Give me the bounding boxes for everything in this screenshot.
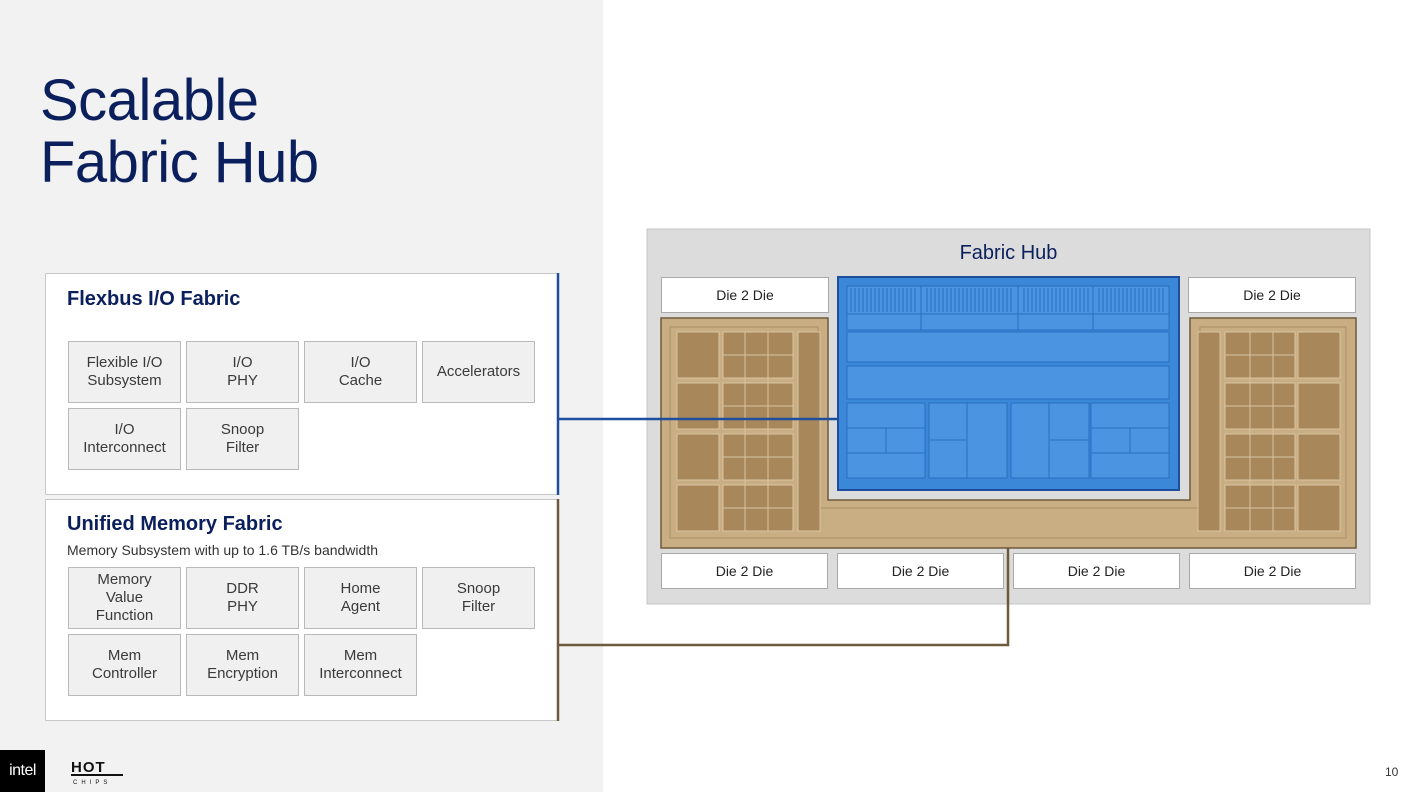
umf-cell-snoop-filter: Snoop Filter <box>422 567 535 629</box>
blue-block-detail <box>846 285 1170 479</box>
slide-title: Scalable Fabric Hub <box>40 70 319 194</box>
flexbus-cell-accelerators: Accelerators <box>422 341 535 403</box>
umf-cell-mem-encryption: Mem Encryption <box>186 634 299 696</box>
page-number: 10 <box>1385 765 1399 779</box>
die2die-bottom-4: Die 2 Die <box>1189 553 1356 589</box>
umf-cell-mem-interconnect: Mem Interconnect <box>304 634 417 696</box>
left-tan-grid <box>676 331 821 532</box>
umf-section: Unified Memory Fabric Memory Subsystem w… <box>45 499 559 721</box>
flexbus-cell-io-cache: I/O Cache <box>304 341 417 403</box>
flexbus-title: Flexbus I/O Fabric <box>67 288 241 310</box>
fabric-hub-title: Fabric Hub <box>959 242 1058 264</box>
title-line-2: Fabric Hub <box>40 130 319 195</box>
flexbus-section: Flexbus I/O Fabric Flexible I/O Subsyste… <box>45 273 559 495</box>
umf-title: Unified Memory Fabric <box>67 513 283 535</box>
umf-subtitle: Memory Subsystem with up to 1.6 TB/s ban… <box>67 542 378 558</box>
right-tan-grid <box>1197 331 1341 532</box>
title-line-1: Scalable <box>40 68 259 133</box>
memory-connector-line <box>556 499 1010 721</box>
intel-logo: intel <box>0 750 45 792</box>
blue-io-block <box>837 276 1180 491</box>
umf-cell-home-agent: Home Agent <box>304 567 417 629</box>
umf-cell-mem-controller: Mem Controller <box>68 634 181 696</box>
die2die-bottom-3: Die 2 Die <box>1013 553 1180 589</box>
umf-cell-ddr-phy: DDR PHY <box>186 567 299 629</box>
die2die-top-left: Die 2 Die <box>661 277 829 313</box>
hotchips-logo: HOT CHIPS <box>70 758 124 786</box>
flexbus-cell-io-phy: I/O PHY <box>186 341 299 403</box>
tan-fabric-shape <box>660 317 1357 549</box>
die2die-bottom-1: Die 2 Die <box>661 553 828 589</box>
flexbus-cell-snoop-filter: Snoop Filter <box>186 408 299 470</box>
die2die-bottom-2: Die 2 Die <box>837 553 1004 589</box>
flexbus-cell-io-interconnect: I/O Interconnect <box>68 408 181 470</box>
flexbus-cell-flexible-io: Flexible I/O Subsystem <box>68 341 181 403</box>
die2die-top-right: Die 2 Die <box>1188 277 1356 313</box>
svg-text:HOT: HOT <box>71 759 106 776</box>
umf-cell-memory-value-function: Memory Value Function <box>68 567 181 629</box>
svg-text:CHIPS: CHIPS <box>73 780 111 786</box>
